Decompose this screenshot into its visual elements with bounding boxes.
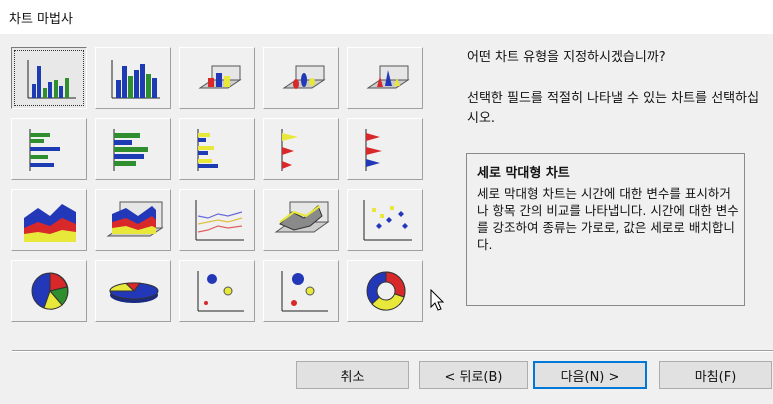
back-button[interactable]: < 뒤로(B)	[419, 361, 528, 389]
chart-type-column-3d-a[interactable]	[179, 47, 255, 109]
description-box: 세로 막대형 차트 세로 막대형 차트는 시간에 대한 변수를 표시하거나 항목…	[466, 153, 745, 306]
column-chart-icon	[27, 60, 76, 99]
doughnut-chart-icon	[366, 271, 406, 311]
stacked-column-chart-icon	[111, 60, 160, 99]
separator	[12, 350, 773, 352]
chart-type-bar-cone-b[interactable]	[347, 118, 423, 180]
chart-type-doughnut[interactable]	[347, 260, 423, 322]
chart-type-bar-stacked[interactable]	[95, 118, 171, 180]
chart-type-pie-3d[interactable]	[95, 260, 171, 322]
bar-chart-icon	[29, 129, 60, 171]
mouse-cursor-icon	[430, 289, 445, 311]
title-bar: 차트 마법사	[0, 0, 773, 34]
instruction-text: 선택한 필드를 적절히 나타낼 수 있는 차트를 선택하십시오.	[467, 91, 760, 126]
3d-bubble-chart-icon	[281, 271, 328, 312]
scatter-chart-icon	[363, 200, 412, 241]
question-text: 어떤 차트 유형을 지정하시겠습니까?	[467, 50, 666, 65]
3d-area-chart-icon	[106, 201, 164, 237]
3d-column-chart-icon	[198, 65, 242, 89]
clustered-bar-chart-icon	[197, 129, 218, 171]
chart-type-pie-2d[interactable]	[11, 260, 87, 322]
chart-type-scatter[interactable]	[347, 189, 423, 251]
pie-chart-icon	[31, 272, 69, 310]
chart-type-bar-2d[interactable]	[11, 118, 87, 180]
chart-type-column-stacked[interactable]	[95, 47, 171, 109]
description-text: 세로 막대형 차트는 시간에 대한 변수를 표시하거나 항목 간의 비교를 나타…	[477, 186, 739, 252]
chart-type-bubble-b[interactable]	[263, 260, 339, 322]
chart-type-column-3d-b[interactable]	[263, 47, 339, 109]
3d-surface-chart-icon	[274, 201, 330, 233]
window-title: 차트 마법사	[9, 12, 73, 27]
chart-type-surface-3d[interactable]	[263, 189, 339, 251]
chart-type-column-3d-c[interactable]	[347, 47, 423, 109]
line-chart-icon	[195, 200, 244, 241]
3d-pie-chart-icon	[109, 282, 159, 303]
chart-type-bubble-a[interactable]	[179, 260, 255, 322]
chart-type-column-2d[interactable]	[11, 47, 87, 109]
chart-type-bar-cluster[interactable]	[179, 118, 255, 180]
chart-type-grid	[11, 47, 431, 327]
bubble-chart-icon	[197, 271, 244, 312]
3d-cone-chart-icon	[366, 65, 410, 89]
description-title: 세로 막대형 차트	[477, 166, 570, 181]
pyramid-bar-chart-icon	[365, 129, 382, 171]
finish-button[interactable]: 마침(F)	[659, 361, 772, 389]
cancel-button[interactable]: 취소	[296, 361, 409, 389]
next-button[interactable]: 다음(N) >	[533, 361, 647, 389]
chart-type-bar-cone-a[interactable]	[263, 118, 339, 180]
stacked-bar-chart-icon	[113, 129, 148, 171]
chart-type-area-3d[interactable]	[95, 189, 171, 251]
cone-bar-chart-icon	[281, 129, 298, 171]
3d-cylinder-chart-icon	[282, 65, 326, 89]
chart-type-line-2d[interactable]	[179, 189, 255, 251]
chart-type-area-2d[interactable]	[11, 189, 87, 251]
area-chart-icon	[24, 204, 76, 242]
